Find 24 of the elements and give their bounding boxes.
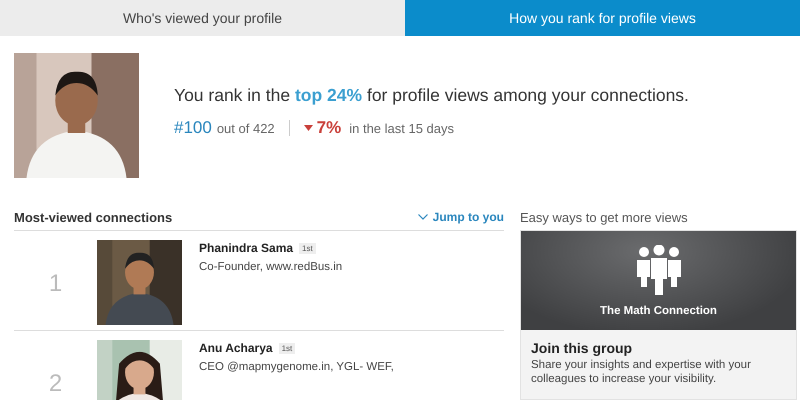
rank-number: 2 [48, 370, 64, 398]
tab[interactable]: Who's viewed your profile [0, 0, 405, 36]
jump-link[interactable]: Jump to you [418, 210, 504, 224]
section-title: Most-viewed connections [14, 210, 172, 224]
section-title: Easy ways to get more views [520, 208, 689, 227]
connection-degree: 1st [278, 342, 296, 354]
connection-headline: CEO @mapmygenome.in, YGL- WEF, [199, 361, 394, 373]
tab[interactable]: How you rank for profile views [405, 0, 800, 36]
rank-number: 1 [48, 270, 64, 298]
group-icon [636, 244, 682, 294]
change-period: in the last 15 days [349, 121, 454, 136]
rank-headline: You rank in the top 24% for profile views among your connections. [174, 85, 689, 106]
connection-degree: 1st [299, 242, 316, 254]
group-banner[interactable]: The Math Connection [521, 231, 796, 330]
chevron-down-icon [418, 214, 428, 220]
group-name: The Math Connection [600, 304, 717, 316]
connection-headline: Co-Founder, www.redBus.in [199, 261, 342, 273]
join-group-link[interactable]: Join this group [531, 340, 786, 356]
rank-number: #100 [174, 118, 212, 138]
change-value: 7% [316, 118, 342, 138]
rank-total: out of 422 [216, 121, 275, 136]
connection-name[interactable]: Phanindra Sama [199, 241, 294, 255]
card-description: Share your insights and expertise with your colleagues to increase your visibility. [531, 358, 752, 387]
connection-name[interactable]: Anu Acharya [199, 341, 273, 355]
